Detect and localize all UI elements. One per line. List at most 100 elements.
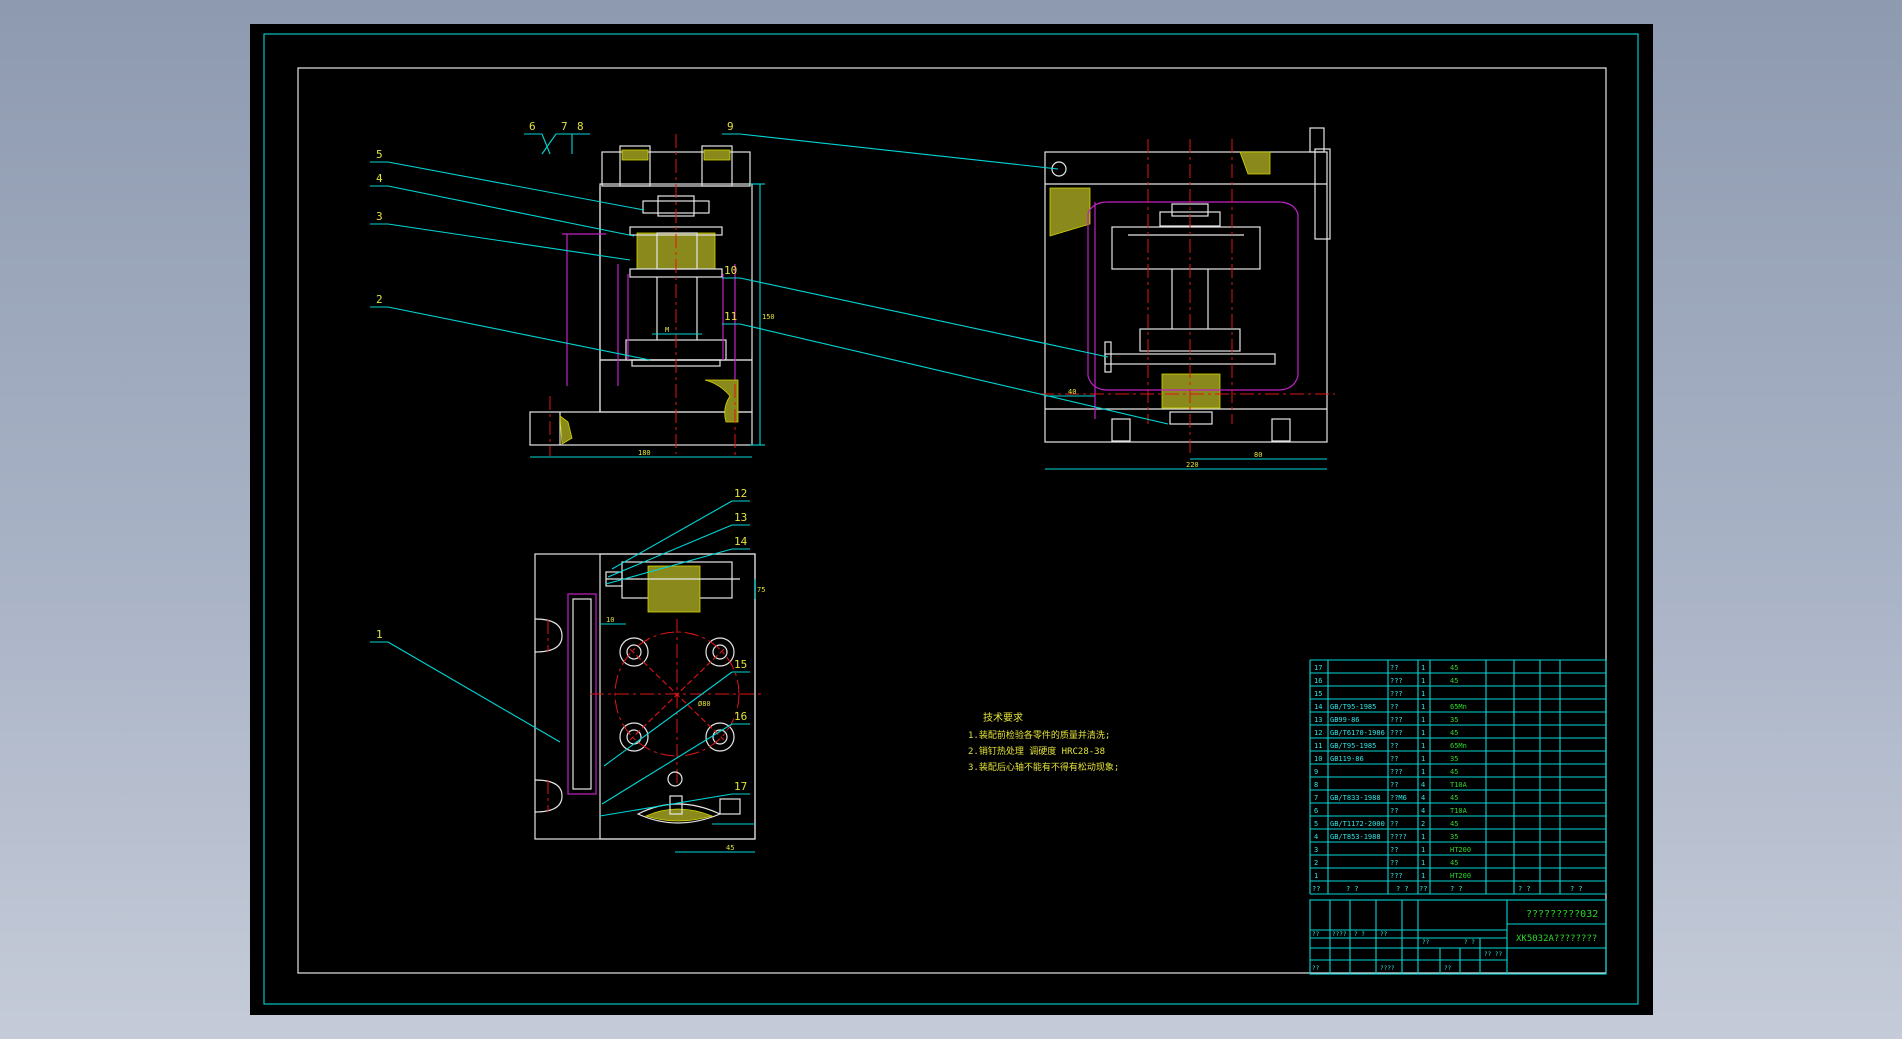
bom-cell-mat: 65Mn <box>1450 742 1467 750</box>
title-misc-4: ?? <box>1380 931 1388 938</box>
bom-cell-qty: 1 <box>1421 872 1425 880</box>
title-misc-1: ?? <box>1312 931 1320 938</box>
dim-front-width: 180 <box>638 449 651 457</box>
bom-cell-name: ??? <box>1390 677 1403 685</box>
balloon-1: 1 <box>376 628 383 641</box>
balloon-4: 4 <box>376 172 383 185</box>
bom-cell-mat: 45 <box>1450 859 1458 867</box>
outer-border <box>263 33 1639 1005</box>
bom-cell-no: 15 <box>1314 690 1322 698</box>
bom-cell-qty: 4 <box>1421 781 1425 789</box>
bom-cell-name: ???? <box>1390 833 1407 841</box>
bom-cell-std: GB99-86 <box>1330 716 1360 724</box>
title-misc-2: ???? <box>1332 931 1347 938</box>
title-misc-10: ? ? <box>1464 939 1475 946</box>
balloon-6: 6 <box>529 120 536 133</box>
balloon-5: 5 <box>376 148 383 161</box>
dim-top-ref: 75 <box>757 586 765 594</box>
balloon-13: 13 <box>734 511 747 524</box>
tech-note-3: 3.装配后心轴不能有不得有松动现象; <box>968 761 1119 773</box>
bom-header-note: ? ? <box>1570 885 1583 893</box>
bom-cell-no: 16 <box>1314 677 1322 685</box>
bom-header-weight: ? ? <box>1518 885 1531 893</box>
bom-cell-no: 7 <box>1314 794 1318 802</box>
title-misc-3: ? ? <box>1354 931 1365 938</box>
balloon-7: 7 <box>561 120 568 133</box>
bill-of-materials: 17?? 1 4516??? 1 4515??? 114 GB/T95-1985?? 1 65M… <box>1309 659 1607 895</box>
title-block: ?????????032 XK5032A???????? ?? ???? ? ?… <box>1309 899 1607 975</box>
bom-cell-name: ??? <box>1390 729 1403 737</box>
bom-cell-name: ?? <box>1390 664 1398 672</box>
dim-top-small: 10 <box>606 616 614 624</box>
bom-cell-qty: 1 <box>1421 742 1425 750</box>
bom-cell-mat: 45 <box>1450 820 1458 828</box>
dim-front-height: 150 <box>762 313 775 321</box>
bom-cell-no: 10 <box>1314 755 1322 763</box>
bom-cell-qty: 1 <box>1421 729 1425 737</box>
bom-cell-qty: 1 <box>1421 716 1425 724</box>
title-misc-7: ???? <box>1380 965 1395 972</box>
bom-cell-no: 8 <box>1314 781 1318 789</box>
bom-cell-name: ?? <box>1390 807 1398 815</box>
dim-top-bottom: 45 <box>726 844 734 852</box>
bom-cell-no: 3 <box>1314 846 1318 854</box>
tech-notes-heading: 技术要求 <box>983 711 1023 724</box>
bom-cell-mat: HT200 <box>1450 846 1471 854</box>
bom-cell-no: 6 <box>1314 807 1318 815</box>
bom-cell-qty: 4 <box>1421 794 1425 802</box>
title-misc-6: ?? <box>1312 965 1320 972</box>
dim-side-half: 80 <box>1254 451 1262 459</box>
bom-cell-mat: 35 <box>1450 833 1458 841</box>
bom-cell-std: GB/T1172-2000 <box>1330 820 1385 828</box>
bom-cell-no: 9 <box>1314 768 1318 776</box>
bom-cell-std: GB/T853-1988 <box>1330 833 1381 841</box>
bom-cell-name: ?? <box>1390 781 1398 789</box>
balloon-14: 14 <box>734 535 748 548</box>
bom-header-qty: ?? <box>1419 885 1427 893</box>
bom-cell-name: ??? <box>1390 872 1403 880</box>
technical-notes: 技术要求 1.装配前检验各零件的质量并清洗; 2.销钉热处理 调硬度 HRC28… <box>968 711 1119 773</box>
balloon-10: 10 <box>724 264 737 277</box>
bom-cell-mat: 45 <box>1450 768 1458 776</box>
bom-cell-qty: 1 <box>1421 833 1425 841</box>
bom-cell-no: 4 <box>1314 833 1318 841</box>
bom-cell-qty: 1 <box>1421 755 1425 763</box>
bom-cell-name: ?? <box>1390 703 1398 711</box>
bom-cell-no: 17 <box>1314 664 1322 672</box>
bom-header-mat: ? ? <box>1450 885 1463 893</box>
balloon-3: 3 <box>376 210 383 223</box>
bom-cell-mat: 35 <box>1450 755 1458 763</box>
bom-cell-mat: 45 <box>1450 664 1458 672</box>
bom-cell-name: ??? <box>1390 768 1403 776</box>
bom-cell-std: GB/T833-1988 <box>1330 794 1381 802</box>
title-misc-9: ?? ?? <box>1484 951 1502 958</box>
bom-cell-mat: 45 <box>1450 677 1458 685</box>
bom-header-std: ? ? <box>1346 885 1359 893</box>
balloon-17: 17 <box>734 780 747 793</box>
title-misc-8: ?? <box>1444 965 1452 972</box>
dim-side-width: 220 <box>1186 461 1199 469</box>
bom-cell-name: ?? <box>1390 846 1398 854</box>
tech-note-1: 1.装配前检验各零件的质量并清洗; <box>968 729 1110 741</box>
bom-cell-no: 14 <box>1314 703 1322 711</box>
bom-cell-name: ??? <box>1390 690 1403 698</box>
bom-cell-no: 13 <box>1314 716 1322 724</box>
bom-cell-name: ?? <box>1390 820 1398 828</box>
bom-cell-name: ?? <box>1390 755 1398 763</box>
balloons <box>370 133 1169 817</box>
bom-cell-std: GB/T6170-1986 <box>1330 729 1385 737</box>
bom-cell-no: 5 <box>1314 820 1318 828</box>
bom-cell-qty: 1 <box>1421 768 1425 776</box>
bom-cell-qty: 1 <box>1421 690 1425 698</box>
bom-cell-no: 12 <box>1314 729 1322 737</box>
balloon-9: 9 <box>727 120 734 133</box>
bom-cell-qty: 1 <box>1421 859 1425 867</box>
bom-cell-mat: T10A <box>1450 781 1468 789</box>
bom-cell-qty: 4 <box>1421 807 1425 815</box>
title-misc-5: ?? <box>1422 939 1430 946</box>
bom-cell-mat: HT200 <box>1450 872 1471 880</box>
bom-header-no: ?? <box>1312 885 1320 893</box>
bom-cell-qty: 1 <box>1421 846 1425 854</box>
cad-drawing: 180 150 M 220 80 40 Ø80 10 75 45 1 2 3 4… <box>263 33 1639 1005</box>
balloon-8: 8 <box>577 120 584 133</box>
